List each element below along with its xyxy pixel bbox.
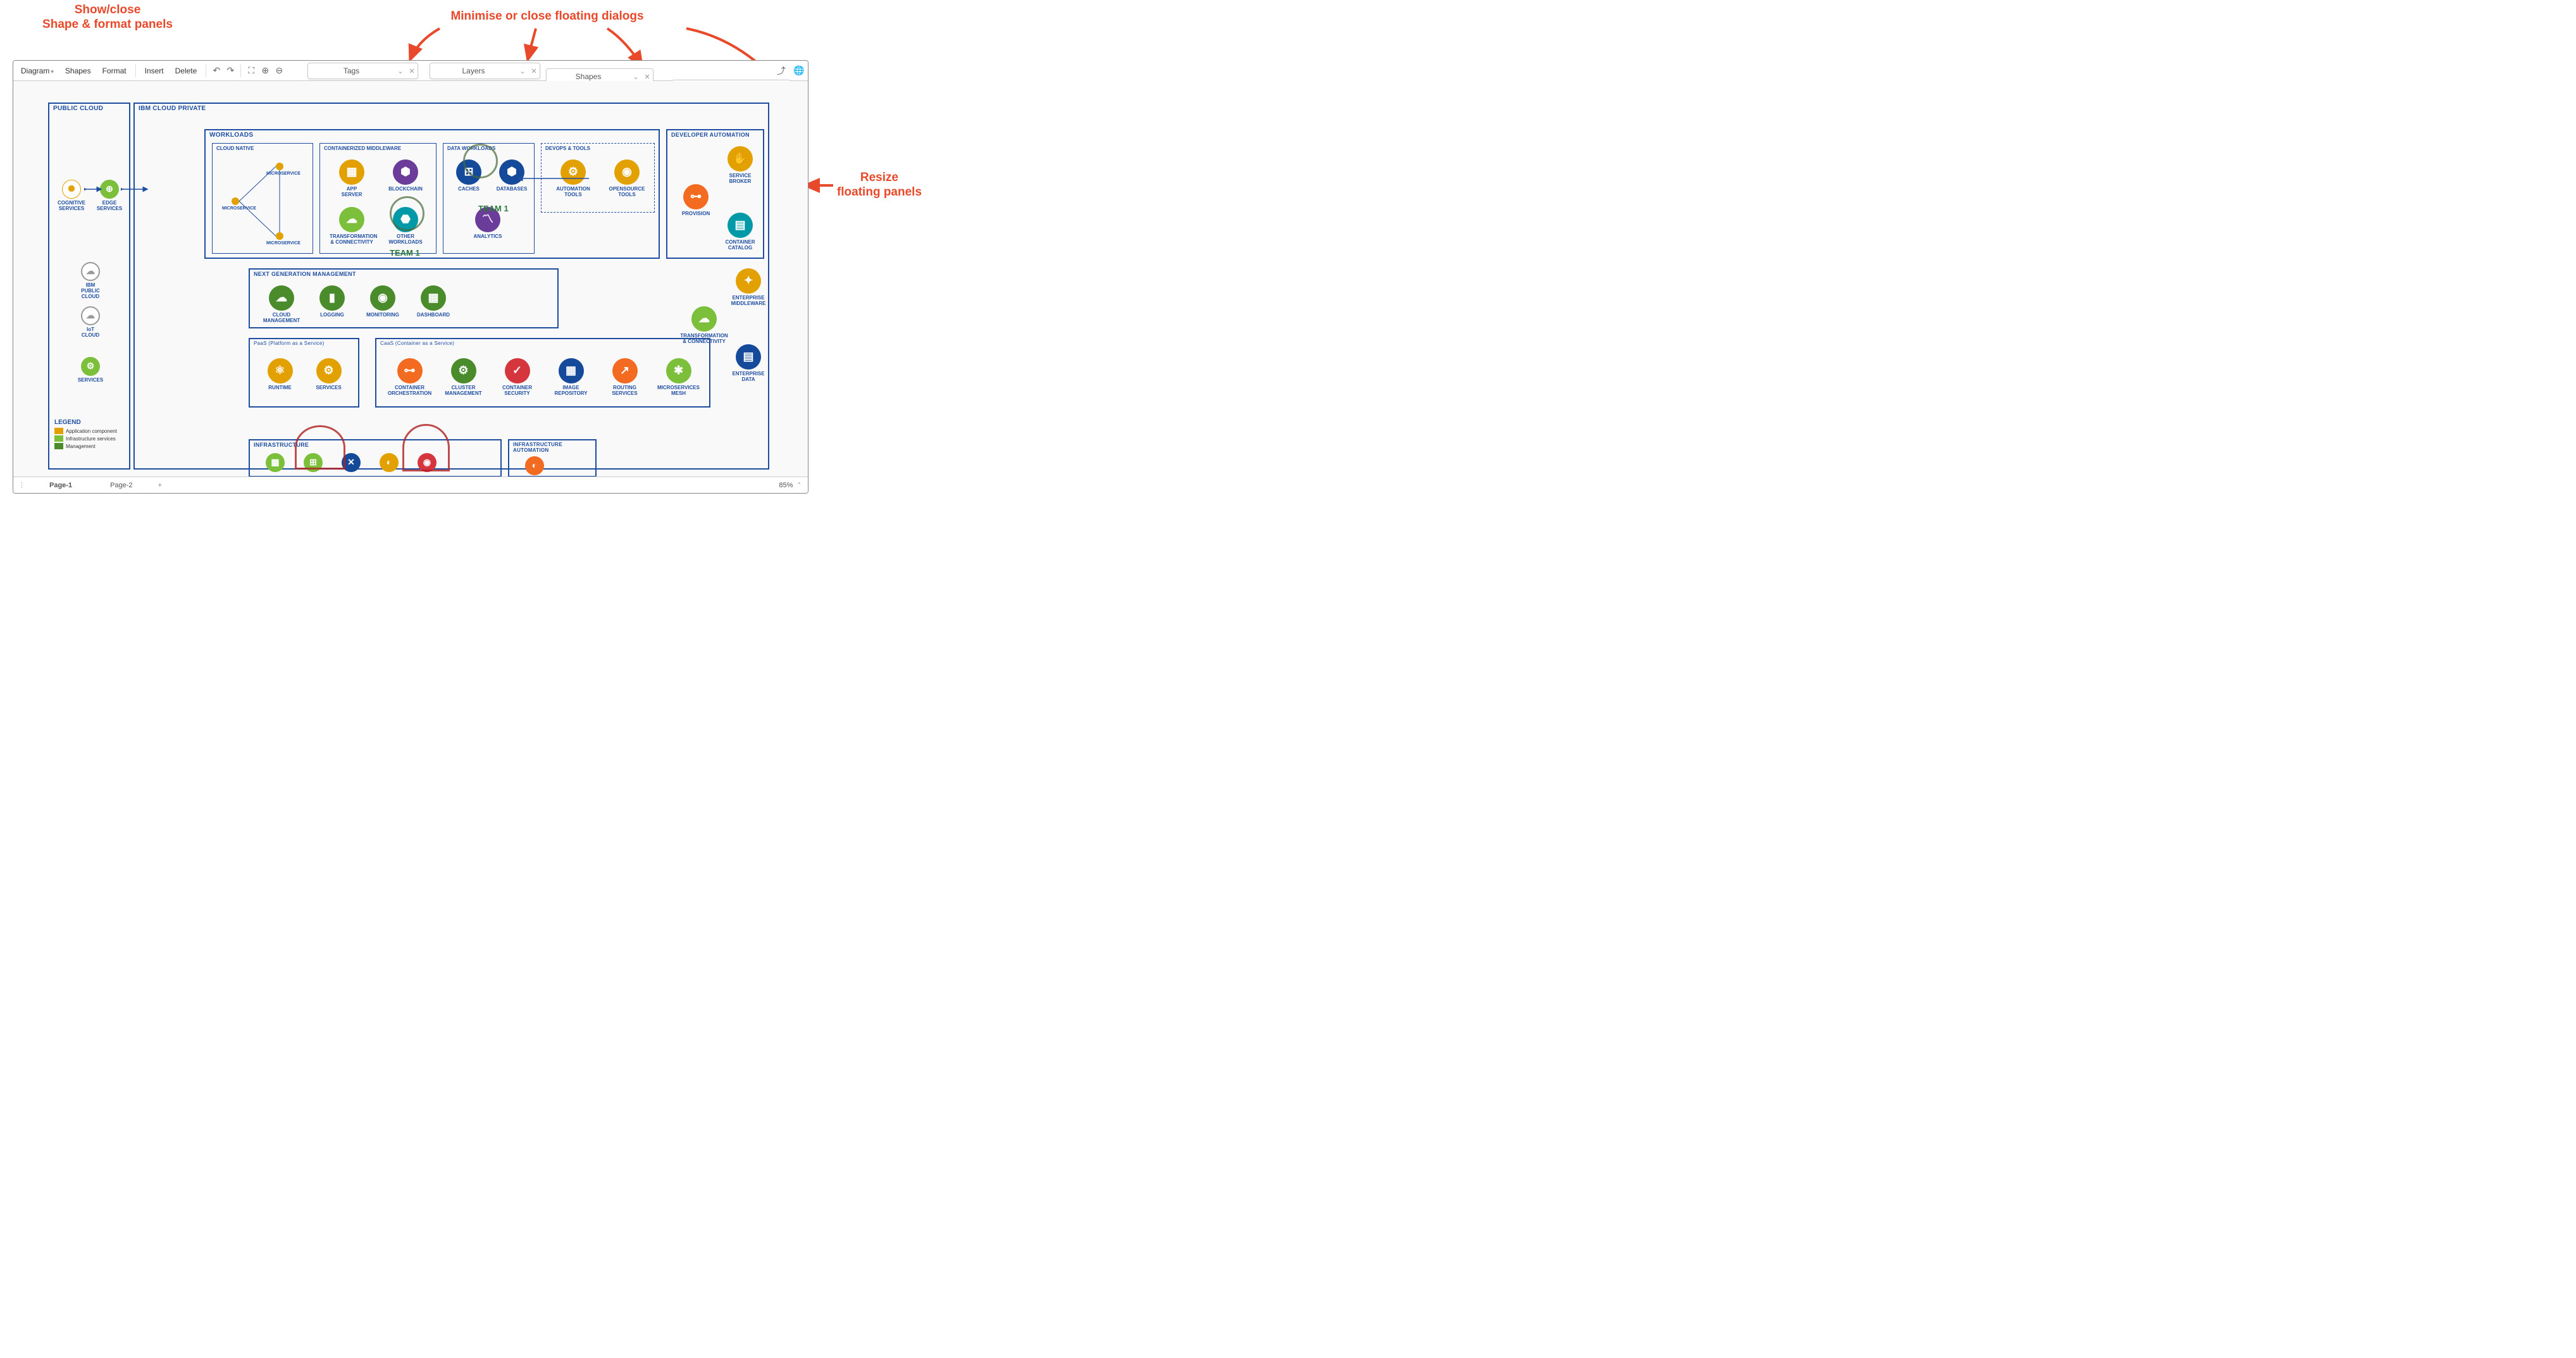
box-label: WORKLOADS [209,132,253,139]
box-public-cloud[interactable]: PUBLIC CLOUD ✺COGNITIVESERVICES ⊕EDGESER… [48,103,130,470]
box-infrastructure[interactable]: INFRASTRUCTURE ▦ ⊞ ✕ ◐ ◉ [249,439,502,477]
tab-page-1[interactable]: Page-1 [30,477,91,493]
shape-trans-conn[interactable]: ☁TRANSFORMATION& CONNECTIVITY [330,207,374,246]
share-icon[interactable]: ⤴ [775,65,788,77]
shape-caches[interactable]: ⊞CACHES [450,159,488,192]
zoom-in-icon[interactable]: ⊕ [259,65,271,77]
zoom-indicator[interactable]: 85%⌃ [772,482,808,489]
legend: LEGEND Application component Infrastruct… [54,419,130,451]
connector [513,172,592,185]
menu-label: Diagram [21,66,49,75]
fit-icon[interactable]: ⛶ [245,65,257,77]
shape-provision[interactable]: ⊶PROVISION [677,184,715,217]
box-workloads[interactable]: WORKLOADS CLOUD NATIVE MICROSERVICE MICR… [204,129,660,259]
float-title: Layers [430,66,517,75]
menu-delete[interactable]: Delete [170,64,202,78]
annotation-panels: Show/closeShape & format panels [19,3,196,32]
shape-infra-item[interactable]: ◉ [411,453,443,472]
shape-logging[interactable]: ▮LOGGING [310,285,354,318]
shape-app-server[interactable]: ▦APPSERVER [330,159,374,198]
shape-ms-mesh[interactable]: ✱MICROSERVICESMESH [655,358,702,397]
menu-insert[interactable]: Insert [140,64,169,78]
menu-format[interactable]: Format [97,64,132,78]
box-caas[interactable]: CaaS (Container as a Service) ⊶CONTAINER… [375,338,710,408]
close-icon[interactable]: ✕ [406,67,418,75]
shape-infra-item[interactable]: ◐ [373,453,405,472]
box-cloud-native[interactable]: CLOUD NATIVE MICROSERVICE MICROSERVICE M… [212,143,313,254]
shape-service-broker[interactable]: ✋SERVICEBROKER [721,146,759,185]
shape-img-repo[interactable]: ▦IMAGEREPOSITORY [547,358,595,397]
shape-other-wl[interactable]: ⬣OTHERWORKLOADS [383,207,428,246]
tab-page-2[interactable]: Page-2 [91,477,151,493]
legend-item: Management [54,443,130,449]
shape-ent-mw[interactable]: ✦ENTERPRISEMIDDLEWARE [729,268,767,307]
shape-cont-sec[interactable]: ✓CONTAINERSECURITY [493,358,541,397]
menu-shapes[interactable]: Shapes [60,64,96,78]
connector [121,185,149,194]
undo-icon[interactable]: ↶ [210,65,223,77]
pages-menu-icon[interactable]: ⋮ [13,481,30,489]
redo-icon[interactable]: ↷ [224,65,237,77]
chevron-down-icon[interactable]: ⌄ [630,73,641,81]
box-paas[interactable]: PaaS (Platform as a Service) ⚛RUNTIME ⚙S… [249,338,359,408]
legend-item: Application component [54,428,130,434]
chevron-down-icon[interactable]: ⌄ [517,67,528,75]
float-title: Tags [308,66,395,75]
shape-services[interactable]: ⚙SERVICES [308,358,349,391]
shape-runtime[interactable]: ⚛RUNTIME [259,358,300,391]
microservice-links [213,144,314,254]
annotation-dialogs: Minimise or close floating dialogs [411,9,683,24]
box-label: PUBLIC CLOUD [53,105,103,112]
shape-cloud-mgmt[interactable]: ☁CLOUDMANAGEMENT [259,285,304,324]
close-icon[interactable]: ✕ [528,67,540,75]
box-label: IBM CLOUD PRIVATE [139,105,206,112]
annotation-resize: Resizefloating panels [829,171,930,200]
team-label: TEAM 1 [478,204,509,213]
shape-iot[interactable]: ☁IoTCLOUD [75,306,106,339]
toolbar-right: ⤴ 🌐 [775,65,805,77]
shape-opensource-tools[interactable]: ◉OPENSOURCETOOLS [605,159,649,198]
globe-icon[interactable]: 🌐 [793,65,805,77]
zoom-out-icon[interactable]: ⊖ [273,65,285,77]
shape-routing[interactable]: ↗ROUTINGSERVICES [601,358,648,397]
menu-diagram[interactable]: Diagram▾ [16,64,59,78]
chevron-up-icon: ⌃ [796,482,802,489]
shape-infra-item[interactable]: ⊞ [297,453,329,472]
box-data-workloads[interactable]: DATA WORKLOADS ⊞CACHES ⬢DATABASES 〽ANALY… [443,143,535,254]
shape-infra-item[interactable]: ▦ [259,453,291,472]
shape-blockchain[interactable]: ⬢BLOCKCHAIN [383,159,428,192]
shape-cluster-mgmt[interactable]: ⚙CLUSTERMANAGEMENT [440,358,487,397]
close-icon[interactable]: ✕ [641,73,653,81]
shape-ent-data[interactable]: ▤ENTERPRISEDATA [729,344,767,383]
shape-trans-conn[interactable]: ☁TRANSFORMATION& CONNECTIVITY [679,306,729,345]
chevron-down-icon: ▾ [51,68,54,75]
shape-infra-item[interactable]: ✕ [335,453,367,472]
shape-services[interactable]: ⚙SERVICES [75,357,106,383]
float-tags[interactable]: Tags ⌄ ✕ [307,63,418,79]
shape-infra-auto-item[interactable]: ◐ [519,456,550,475]
shape-dashboard[interactable]: ▦DASHBOARD [411,285,455,318]
diagram-root: PUBLIC CLOUD ✺COGNITIVESERVICES ⊕EDGESER… [48,103,772,477]
team-label: TEAM 1 [390,248,420,258]
canvas[interactable]: PUBLIC CLOUD ✺COGNITIVESERVICES ⊕EDGESER… [13,81,808,477]
float-title: Shapes [547,72,630,81]
box-cont-middleware[interactable]: CONTAINERIZED MIDDLEWARE ▦APPSERVER ⬢BLO… [319,143,437,254]
box-ngm[interactable]: NEXT GENERATION MANAGEMENT ☁CLOUDMANAGEM… [249,268,559,328]
box-infra-auto[interactable]: INFRASTRUCTUREAUTOMATION ◐ [508,439,597,477]
shape-monitoring[interactable]: ◉MONITORING [361,285,405,318]
connector [84,185,103,194]
shape-container-catalog[interactable]: ▤CONTAINERCATALOG [721,213,759,251]
box-dev-automation[interactable]: DEVELOPER AUTOMATION ✋SERVICEBROKER ⊶PRO… [666,129,764,259]
box-ibm-private[interactable]: IBM CLOUD PRIVATE WORKLOADS CLOUD NATIVE… [133,103,769,470]
float-layers[interactable]: Layers ⌄ ✕ [430,63,540,79]
shape-cognitive[interactable]: ✺COGNITIVESERVICES [56,180,87,212]
shape-ibm-cloud[interactable]: ☁IBMPUBLICCLOUD [75,262,106,299]
legend-item: Infrastructure services [54,435,130,442]
page-bar: ⋮ Page-1 Page-2 + 85%⌃ [13,477,808,493]
chevron-down-icon[interactable]: ⌄ [395,67,406,75]
shape-cont-orch[interactable]: ⊶CONTAINERORCHESTRATION [386,358,433,397]
add-page-button[interactable]: + [152,482,168,489]
app-window: Diagram▾ Shapes Format Insert Delete ↶ ↷… [13,60,808,494]
